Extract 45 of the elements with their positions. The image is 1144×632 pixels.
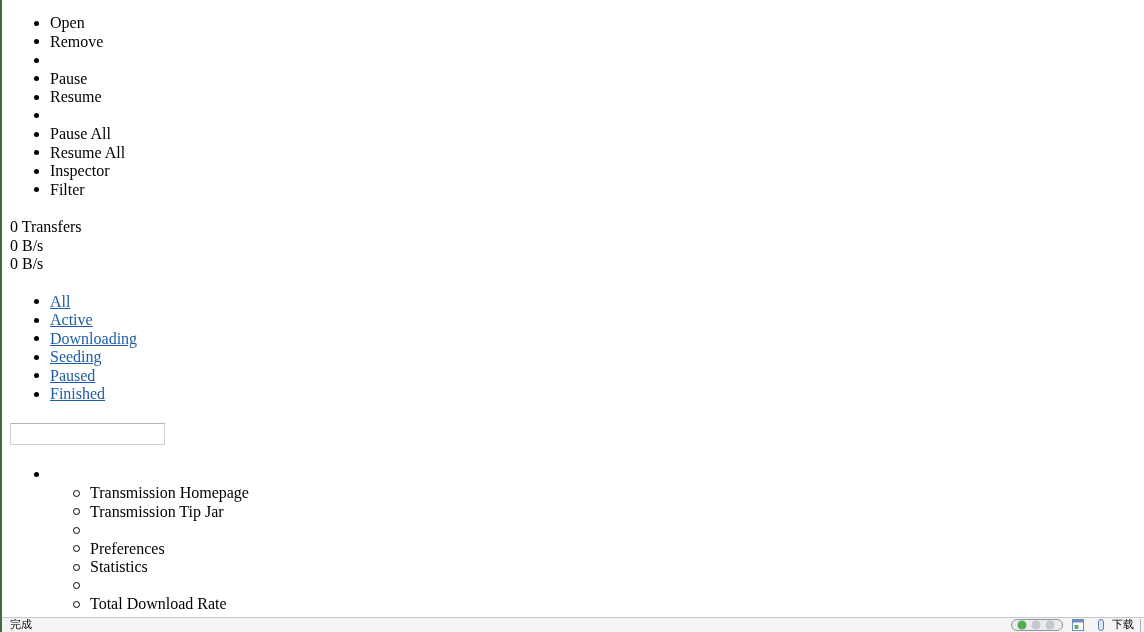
bullet-icon	[34, 472, 39, 478]
bullet-icon	[34, 131, 39, 137]
stat-text: 0 B/s	[10, 236, 44, 255]
filter-link[interactable]: All	[50, 292, 71, 311]
stat-text: 0 B/s	[10, 255, 44, 274]
toolbar-item[interactable]: Filter	[50, 180, 85, 199]
filter-link[interactable]: Seeding	[50, 348, 102, 367]
toolbar-item[interactable]: Pause	[50, 69, 88, 88]
filter-link[interactable]: Active	[50, 311, 93, 330]
bullet-icon	[34, 94, 39, 100]
page-icon[interactable]	[1072, 619, 1084, 631]
filter-link[interactable]: Paused	[50, 366, 96, 385]
bullet-icon	[34, 299, 39, 305]
toolbar-item[interactable]: Pause All	[50, 125, 111, 144]
menu-item[interactable]: Preferences	[90, 539, 165, 558]
capsule-icon[interactable]	[1098, 619, 1104, 631]
bullet-icon	[34, 391, 39, 397]
download-label: 下载	[1112, 618, 1134, 632]
filter-link[interactable]: Downloading	[50, 329, 138, 348]
filter-link[interactable]: Finished	[50, 385, 106, 404]
bullet-icon	[34, 336, 39, 342]
bullet-icon	[34, 354, 39, 360]
bullet-icon	[34, 20, 39, 26]
bullet-icon	[34, 76, 39, 82]
menu-item[interactable]: Total Download Rate	[90, 595, 227, 614]
bullet-icon	[34, 57, 39, 63]
bullet-icon	[34, 317, 39, 323]
toolbar-item[interactable]: Remove	[50, 32, 104, 51]
menu-item[interactable]: Transmission Homepage	[90, 484, 249, 503]
toolbar-item[interactable]: Open	[50, 14, 85, 33]
bullet-icon	[34, 168, 39, 174]
toolbar-item[interactable]: Inspector	[50, 162, 110, 181]
dots-pill-icon[interactable]	[1011, 619, 1063, 631]
bullet-icon	[34, 373, 39, 379]
bullet-icon	[34, 187, 39, 193]
stat-text: 0 Transfers	[10, 218, 82, 237]
toolbar-item[interactable]: Resume All	[50, 143, 126, 162]
menu-item[interactable]: Transmission Tip Jar	[90, 502, 224, 521]
menu-item[interactable]: Statistics	[90, 558, 148, 577]
bullet-icon	[34, 113, 39, 119]
bullet-icon	[34, 39, 39, 45]
filter-field[interactable]	[10, 422, 165, 445]
toolbar-item[interactable]: Resume	[50, 88, 102, 107]
bullet-icon	[34, 150, 39, 156]
status-text: 完成	[10, 618, 32, 632]
